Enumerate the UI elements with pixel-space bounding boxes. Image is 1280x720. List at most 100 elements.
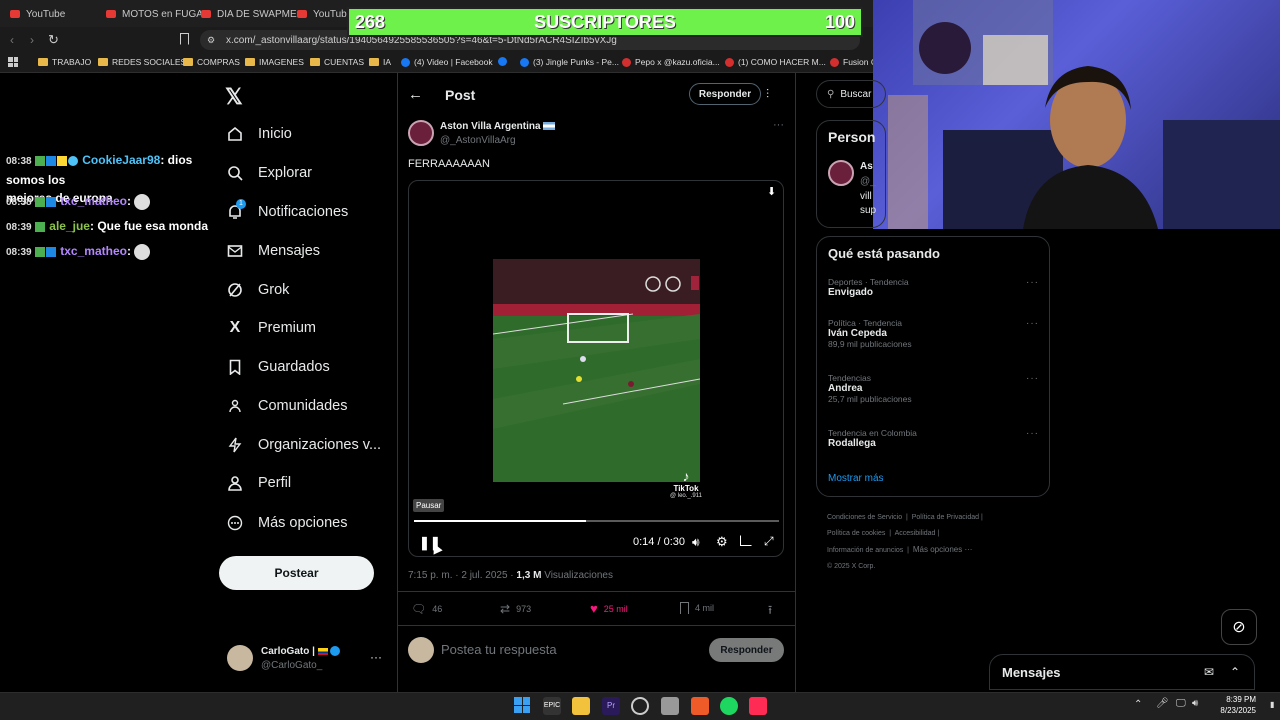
volume-icon[interactable]: 🔊︎: [1192, 698, 1198, 709]
obs-icon[interactable]: [631, 697, 649, 715]
reply-input[interactable]: Postea tu respuesta: [441, 642, 557, 657]
trend-menu-icon[interactable]: ···: [1026, 373, 1039, 384]
person-avatar[interactable]: [828, 160, 854, 186]
footer-link[interactable]: Accesibilidad: [895, 530, 936, 537]
chevron-up-icon[interactable]: ⌃: [1134, 699, 1142, 710]
trend-item[interactable]: Deportes · Tendencia Envigado ···: [828, 277, 1040, 298]
account-menu-icon[interactable]: ···: [370, 650, 382, 664]
bookmark-item[interactable]: (1) COMO HACER M...: [725, 57, 826, 67]
site-settings-icon[interactable]: ⚙: [207, 35, 215, 46]
epic-games-icon[interactable]: EPIC: [543, 697, 561, 715]
trend-menu-icon[interactable]: ···: [1026, 318, 1039, 329]
soccer-field-image: [493, 259, 700, 482]
share-icon[interactable]: ⭱: [768, 601, 772, 622]
bookmark-item[interactable]: (4) Video | Facebook: [401, 57, 493, 67]
video-progress-track[interactable]: [414, 520, 779, 522]
nav-item-explorar[interactable]: Explorar: [226, 161, 312, 185]
bookmark-item[interactable]: CUENTAS: [310, 57, 364, 67]
author-name[interactable]: Aston Villa Argentina: [440, 121, 556, 132]
bookmark-item[interactable]: Pepo x @kazu.oficia...: [622, 57, 720, 67]
show-more-link[interactable]: Mostrar más: [828, 473, 884, 484]
search-box[interactable]: ⚲ Buscar: [816, 80, 886, 108]
nav-item-inicio[interactable]: Inicio: [226, 122, 292, 146]
brave-icon[interactable]: [691, 697, 709, 715]
windows-start-icon[interactable]: [514, 697, 530, 713]
messages-drawer[interactable]: Mensajes ✉ ⌃: [989, 654, 1255, 690]
badge-icon: [34, 246, 45, 257]
premiere-icon[interactable]: Pr: [602, 697, 620, 715]
nav-item-organizaciones[interactable]: Organizaciones v...: [226, 433, 381, 457]
microphone-icon[interactable]: 🎤︎: [1156, 698, 1169, 709]
footer-link[interactable]: Política de cookies: [827, 530, 885, 537]
new-message-icon[interactable]: ✉: [1204, 665, 1214, 679]
person-name[interactable]: As: [860, 161, 873, 172]
post-menu-icon[interactable]: ···: [773, 119, 784, 131]
emote-icon: [134, 193, 151, 210]
network-icon[interactable]: 🖵︎: [1176, 698, 1186, 709]
trend-menu-icon[interactable]: ···: [1026, 277, 1039, 288]
trend-item[interactable]: Política · Tendencia Iván Cepeda 89,9 mi…: [828, 318, 1040, 349]
download-icon[interactable]: ⬇: [767, 185, 776, 198]
clock[interactable]: 8:39 PM 8/23/2025: [1210, 694, 1256, 716]
browser-tab[interactable]: DIA DE SWAPME: [201, 5, 297, 23]
notification-icon[interactable]: ▮: [1270, 700, 1274, 709]
chevron-up-icon[interactable]: ⌃: [1230, 665, 1240, 679]
post-button[interactable]: Postear: [219, 556, 374, 590]
grok-fab-icon[interactable]: ⊘: [1221, 609, 1257, 645]
reply-count: 46: [432, 604, 443, 614]
miniplayer-icon[interactable]: [740, 535, 752, 546]
bookmark-item[interactable]: IA: [369, 57, 391, 67]
footer-link[interactable]: Política de Privacidad: [912, 514, 979, 521]
fullscreen-icon[interactable]: ⤢: [764, 534, 774, 549]
nav-item-grok[interactable]: Grok: [226, 278, 289, 302]
apps-icon[interactable]: [8, 57, 18, 67]
divider: [398, 591, 795, 592]
nav-item-mas-opciones[interactable]: Más opciones: [226, 511, 347, 535]
footer-link[interactable]: Información de anuncios: [827, 547, 903, 554]
nav-item-premium[interactable]: X Premium: [226, 316, 316, 340]
avatar[interactable]: [227, 645, 253, 671]
like-action[interactable]: ♥ 25 mil: [590, 601, 628, 616]
bookmark-item[interactable]: Fusion Cl: [830, 57, 879, 67]
settings-icon[interactable]: ⚙: [716, 534, 728, 550]
browser-tab[interactable]: YouTube: [10, 5, 65, 23]
tiktok-app-icon[interactable]: [749, 697, 767, 715]
nav-item-comunidades[interactable]: Comunidades: [226, 394, 347, 418]
reload-icon[interactable]: ↻: [48, 32, 59, 48]
trend-menu-icon[interactable]: ···: [1026, 428, 1039, 439]
bookmark-item[interactable]: REDES SOCIALES: [98, 57, 186, 67]
volume-icon[interactable]: 🔊︎: [692, 535, 700, 550]
reply-header-button[interactable]: Responder: [689, 83, 761, 105]
reply-submit-button[interactable]: Responder: [709, 638, 784, 662]
author-handle[interactable]: @_AstonVillaArg: [440, 135, 516, 146]
nav-item-guardados[interactable]: Guardados: [226, 355, 330, 379]
bookmark-item[interactable]: TRABAJO: [38, 57, 91, 67]
nav-item-perfil[interactable]: Perfil: [226, 471, 291, 495]
app-icon[interactable]: [661, 697, 679, 715]
back-arrow-icon[interactable]: ←: [408, 86, 423, 103]
filter-icon[interactable]: ⫶: [766, 87, 769, 102]
bookmark-item[interactable]: IMAGENES: [245, 57, 304, 67]
bookmark-page-icon[interactable]: [180, 33, 189, 45]
trend-item[interactable]: Tendencia en Colombia Rodallega ···: [828, 428, 1040, 449]
repost-action[interactable]: ⇄ 973: [500, 602, 531, 616]
browser-tab[interactable]: YouTube: [297, 5, 352, 23]
file-explorer-icon[interactable]: [572, 697, 590, 715]
forward-icon[interactable]: ›: [30, 33, 34, 47]
reply-action[interactable]: 🗨︎ 46: [411, 602, 442, 616]
back-icon[interactable]: ‹: [10, 33, 14, 47]
nav-item-mensajes[interactable]: Mensajes: [226, 239, 320, 263]
spotify-icon[interactable]: [720, 697, 738, 715]
trend-item[interactable]: Tendencias Andrea 25,7 mil publicaciones…: [828, 373, 1040, 404]
footer-link[interactable]: Más opciones ···: [913, 545, 973, 554]
bookmark-action[interactable]: 4 mil: [680, 602, 714, 614]
browser-tab[interactable]: MOTOS en FUGA: [106, 5, 203, 23]
bookmark-item[interactable]: COMPRAS: [183, 57, 240, 67]
nav-item-notificaciones[interactable]: 1 Notificaciones: [226, 199, 348, 224]
folder-icon: [183, 58, 193, 66]
x-logo-icon[interactable]: 𝕏: [225, 84, 243, 110]
footer-link[interactable]: Condiciones de Servicio: [827, 514, 902, 521]
bookmark-item[interactable]: [498, 57, 507, 66]
author-avatar[interactable]: [408, 120, 434, 146]
bookmark-item[interactable]: (3) Jingle Punks - Pe...: [520, 57, 619, 67]
